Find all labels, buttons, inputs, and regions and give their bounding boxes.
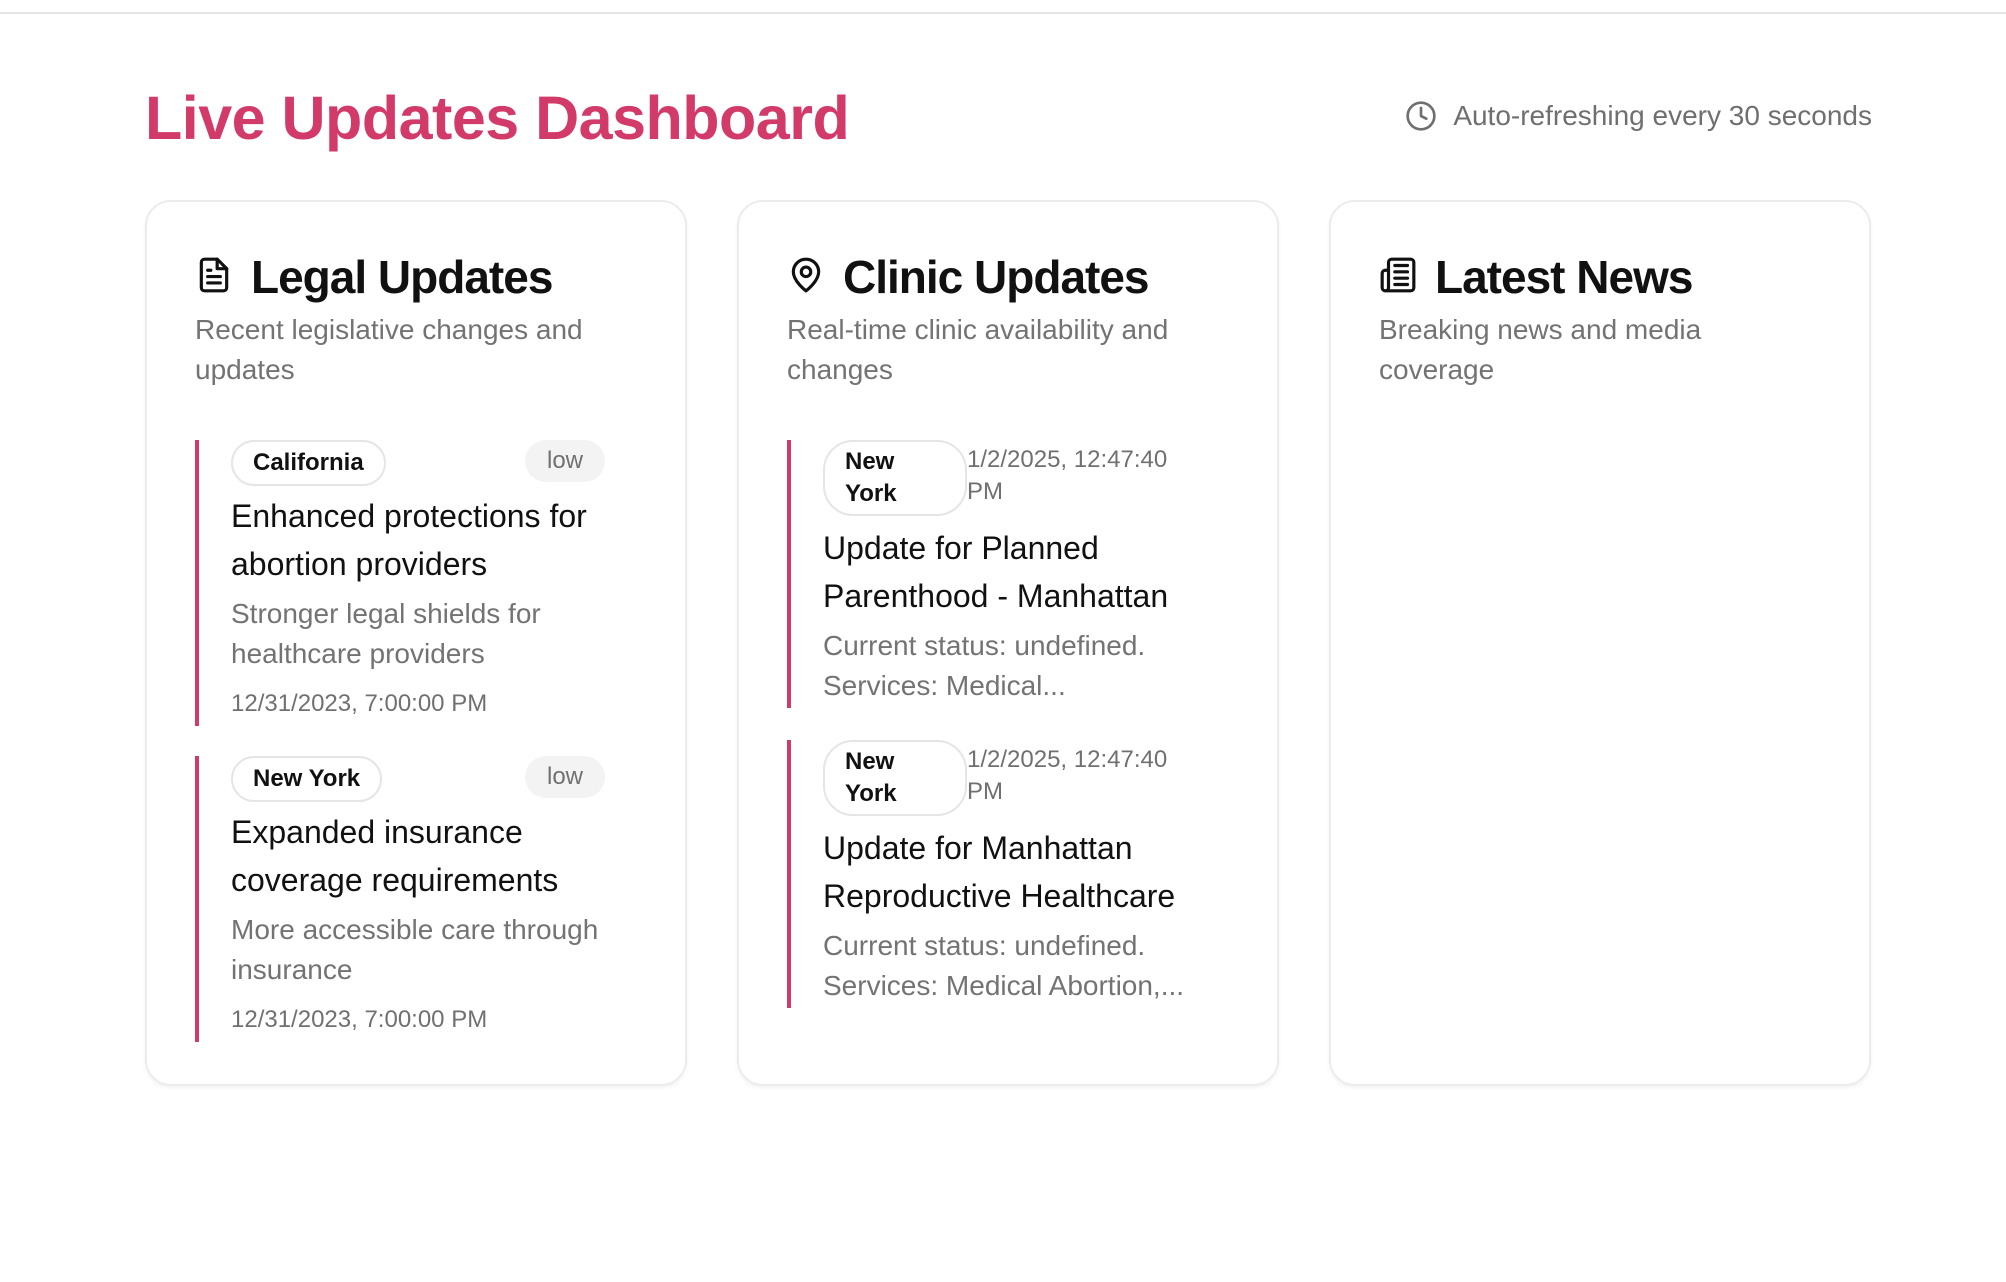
auto-refresh-text: Auto-refreshing every 30 seconds [1453, 100, 1872, 131]
map-pin-icon [787, 256, 825, 299]
latest-news-subtitle: Breaking news and media coverage [1379, 314, 1702, 385]
dashboard-header: Live Updates Dashboard Auto-refreshing e… [145, 78, 1872, 158]
clinic-updates-subtitle: Real-time clinic availability and change… [787, 314, 1169, 385]
latest-news-header: Latest News [1379, 250, 1693, 304]
clinic-update-date: 1/2/2025, 12:47:40 PM [967, 746, 1168, 805]
document-icon [195, 256, 233, 299]
legal-update-description: More accessible care through insurance [231, 914, 599, 985]
clinic-update-description: Current status: undefined. Services: Med… [823, 630, 1146, 701]
latest-news-card: Latest News Breaking news and media cove… [1329, 200, 1871, 1086]
latest-news-title: Latest News [1435, 251, 1693, 303]
legal-update-item[interactable]: New York low Expanded insurance coverage… [195, 756, 605, 1042]
clinic-update-title: Update for Planned Parenthood - Manhatta… [823, 530, 1169, 614]
clinic-update-item[interactable]: New York 1/2/2025, 12:47:40 PM Update fo… [787, 740, 1207, 1008]
clinic-update-item[interactable]: New York 1/2/2025, 12:47:40 PM Update fo… [787, 440, 1207, 708]
clinic-update-title: Update for Manhattan Reproductive Health… [823, 830, 1176, 914]
newspaper-icon [1379, 256, 1417, 299]
state-badge: California [231, 440, 386, 486]
priority-badge: low [524, 756, 605, 798]
clock-icon [1405, 100, 1437, 132]
legal-updates-header: Legal Updates [195, 250, 553, 304]
priority-badge: low [524, 440, 605, 482]
state-badge: New York [823, 440, 967, 516]
state-badge: New York [231, 756, 383, 802]
legal-update-title: Expanded insurance coverage requirements [231, 814, 559, 898]
clinic-update-date: 1/2/2025, 12:47:40 PM [967, 446, 1168, 505]
clinic-updates-card: Clinic Updates Real-time clinic availabi… [737, 200, 1279, 1086]
state-badge: New York [823, 740, 967, 816]
auto-refresh-indicator: Auto-refreshing every 30 seconds [1405, 100, 1872, 132]
legal-update-description: Stronger legal shields for healthcare pr… [231, 598, 541, 669]
clinic-updates-title: Clinic Updates [843, 251, 1150, 303]
clinic-updates-header: Clinic Updates [787, 250, 1150, 304]
top-bar-divider [0, 0, 2006, 14]
legal-updates-subtitle: Recent legislative changes and updates [195, 314, 583, 385]
legal-updates-card: Legal Updates Recent legislative changes… [145, 200, 687, 1086]
legal-update-date: 12/31/2023, 7:00:00 PM [231, 690, 488, 717]
legal-update-date: 12/31/2023, 7:00:00 PM [231, 1006, 488, 1033]
clinic-update-description: Current status: undefined. Services: Med… [823, 930, 1185, 1001]
page-title: Live Updates Dashboard [145, 84, 850, 152]
legal-update-title: Enhanced protections for abortion provid… [231, 498, 587, 582]
legal-update-item[interactable]: California low Enhanced protections for … [195, 440, 605, 726]
legal-updates-title: Legal Updates [251, 251, 553, 303]
